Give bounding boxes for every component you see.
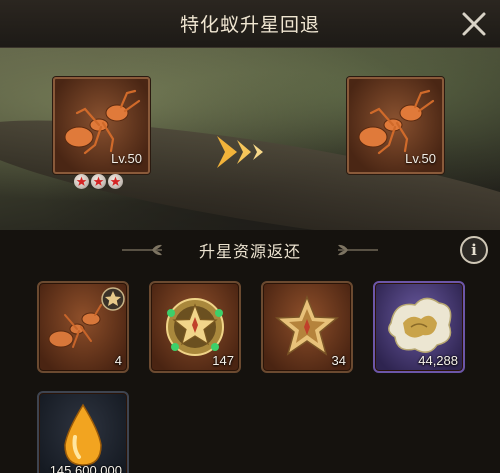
laurel-right-icon [338, 244, 378, 256]
close-icon [462, 12, 486, 36]
dialog-title: 特化蚁升星回退 [179, 14, 320, 36]
honeydew-drop-icon [64, 403, 102, 466]
close-button[interactable] [458, 8, 490, 40]
reward-item-gold-star-medal[interactable]: 34 [261, 281, 353, 373]
section-title: 升星资源返还 [198, 242, 301, 261]
ant-card-after[interactable]: Lv.50 [347, 77, 444, 174]
item-count: 147 [212, 353, 234, 368]
laurel-left-icon [122, 244, 162, 256]
dialog-header: 特化蚁升星回退 [0, 0, 500, 48]
item-count: 145,600,000 [49, 463, 122, 473]
arrow-right-icon [217, 136, 263, 168]
item-count: 44,288 [418, 353, 458, 368]
star-rating [74, 174, 123, 189]
info-button[interactable]: i [460, 236, 488, 264]
reward-item-ant-shard[interactable]: 4 [37, 281, 129, 373]
info-icon: i [471, 241, 477, 259]
reward-item-fungus[interactable]: 44,288 [373, 281, 465, 373]
item-count: 4 [114, 353, 122, 368]
star-icon [108, 174, 123, 189]
ant-card-before[interactable]: Lv.50 [53, 77, 150, 174]
reward-item-green-star-medal[interactable]: 147 [149, 281, 241, 373]
star-icon [91, 174, 106, 189]
returned-resources-header: 升星资源返还 i [0, 230, 500, 270]
level-label-after: Lv.50 [405, 151, 436, 166]
star-icon [74, 174, 89, 189]
item-count: 34 [331, 353, 346, 368]
level-label-before: Lv.50 [111, 151, 142, 166]
reward-item-honeydew-drop[interactable]: 145,600,000 [37, 391, 129, 473]
